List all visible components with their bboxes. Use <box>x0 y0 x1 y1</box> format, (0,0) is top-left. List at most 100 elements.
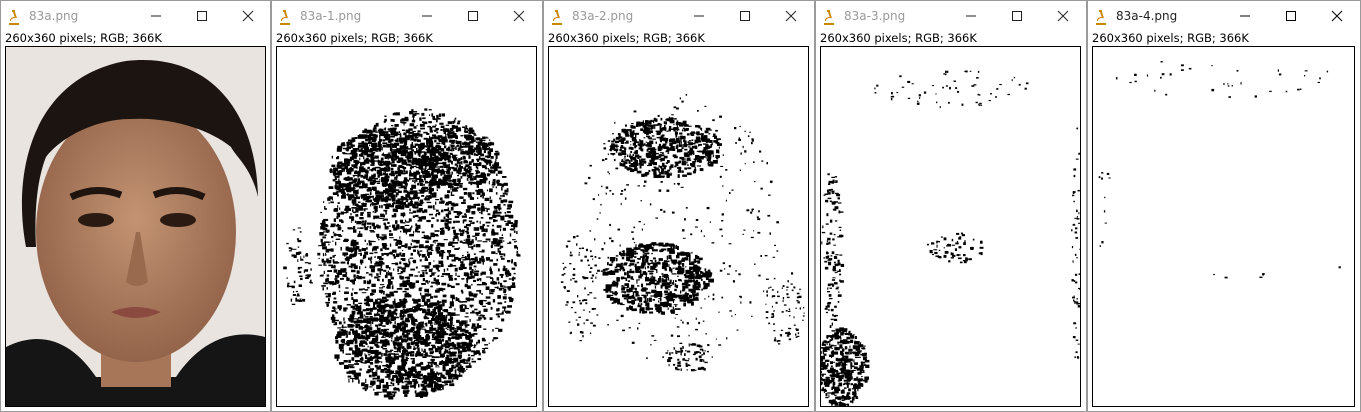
mask-speckle <box>401 245 405 247</box>
mask-speckle <box>456 122 460 125</box>
mask-speckle <box>324 234 327 236</box>
mask-speckle <box>468 220 473 223</box>
title-bar[interactable]: 83a-2.png <box>544 1 814 32</box>
mask-speckle <box>336 272 339 274</box>
mask-speckle <box>421 283 426 285</box>
minimize-button[interactable] <box>414 5 440 27</box>
mask-speckle <box>499 237 504 239</box>
mask-speckle <box>452 238 455 242</box>
mask-speckle <box>448 252 451 255</box>
mask-speckle <box>456 164 458 168</box>
mask-speckle <box>488 146 490 151</box>
mask-speckle <box>376 391 382 393</box>
mask-speckle <box>413 373 416 376</box>
mask-speckle <box>393 356 397 360</box>
mask-speckle <box>433 208 436 210</box>
title-bar[interactable]: 83a.png <box>1 1 270 32</box>
mask-speckle <box>360 152 364 157</box>
mask-speckle <box>353 229 357 233</box>
mask-speckle <box>367 286 370 289</box>
mask-speckle <box>405 383 408 387</box>
mask-speckle <box>465 165 471 168</box>
close-button[interactable] <box>778 5 804 27</box>
mask-speckle <box>619 148 621 152</box>
mask-speckle <box>483 150 486 153</box>
mask-speckle <box>422 271 425 275</box>
close-button[interactable] <box>235 5 261 27</box>
minimize-button[interactable] <box>143 5 169 27</box>
minimize-button[interactable] <box>686 5 712 27</box>
mask-speckle <box>352 168 354 170</box>
mask-speckle <box>680 138 682 142</box>
image-window-83a-1[interactable]: 83a-1.png 260x360 pixels; RGB; 366K <box>271 0 543 412</box>
mask-speckle <box>348 265 352 268</box>
mask-speckle <box>437 346 440 348</box>
image-canvas[interactable] <box>5 46 266 407</box>
mask-speckle <box>647 142 650 144</box>
mask-speckle <box>503 240 505 242</box>
mask-speckle <box>360 163 362 167</box>
mask-speckle <box>409 233 414 237</box>
title-bar[interactable]: 83a-1.png <box>272 1 542 32</box>
mask-speckle <box>402 280 408 284</box>
mask-speckle <box>447 194 449 197</box>
mask-speckle <box>661 168 665 171</box>
mask-speckle <box>344 364 349 369</box>
maximize-button[interactable] <box>189 5 215 27</box>
image-canvas[interactable] <box>276 46 537 407</box>
mask-speckle <box>502 296 507 300</box>
mask-speckle <box>678 136 680 139</box>
mask-speckle <box>384 134 391 136</box>
mask-speckle <box>415 338 418 340</box>
mask-speckle <box>445 273 451 276</box>
mask-speckle <box>615 144 618 148</box>
mask-speckle <box>696 150 701 152</box>
mask-speckle <box>293 256 297 258</box>
mask-speckle <box>443 309 448 313</box>
mask-speckle <box>487 168 490 170</box>
mask-speckle <box>403 144 407 149</box>
image-canvas[interactable] <box>548 46 809 407</box>
image-window-83a[interactable]: 83a.png 260x360 pixels; RGB; 366K <box>0 0 271 412</box>
maximize-button[interactable] <box>460 5 486 27</box>
mask-speckle <box>419 178 424 183</box>
mask-speckle <box>383 328 390 331</box>
mask-speckle <box>434 139 437 143</box>
mask-speckle <box>700 137 704 141</box>
mask-speckle <box>390 276 394 280</box>
mask-speckle <box>471 211 476 215</box>
mask-speckle <box>413 259 417 264</box>
mask-speckle <box>498 239 503 244</box>
mask-speckle <box>389 237 394 239</box>
mask-speckle <box>383 177 389 182</box>
mask-speckle <box>292 294 296 296</box>
mask-speckle <box>659 125 662 129</box>
mask-speckle <box>358 208 364 211</box>
mask-speckle <box>442 290 444 292</box>
close-button[interactable] <box>506 5 532 27</box>
mask-speckle <box>480 195 482 198</box>
mask-speckle <box>370 199 372 202</box>
mask-speckle <box>449 368 453 372</box>
mask-speckle <box>342 147 347 150</box>
image-window-83a-2[interactable]: 83a-2.png 260x360 pixels; RGB; 366K <box>543 0 815 412</box>
mask-speckle <box>647 270 654 272</box>
mask-speckle <box>428 365 433 367</box>
mask-speckle <box>387 270 389 273</box>
mask-speckle <box>433 170 438 172</box>
mask-speckle <box>697 140 702 143</box>
mask-speckle <box>408 309 414 312</box>
mask-speckle <box>325 295 331 298</box>
mask-speckle <box>447 121 453 125</box>
mask-speckle <box>409 164 412 167</box>
mask-speckle <box>488 169 491 173</box>
mask-speckle <box>481 180 487 184</box>
mask-speckle <box>365 334 371 339</box>
mask-speckle <box>430 161 434 166</box>
mask-speckle <box>388 317 390 319</box>
mask-speckle <box>390 167 394 171</box>
mask-speckle <box>304 262 309 264</box>
mask-speckle <box>382 348 387 350</box>
mask-speckle <box>394 346 397 350</box>
maximize-button[interactable] <box>732 5 758 27</box>
